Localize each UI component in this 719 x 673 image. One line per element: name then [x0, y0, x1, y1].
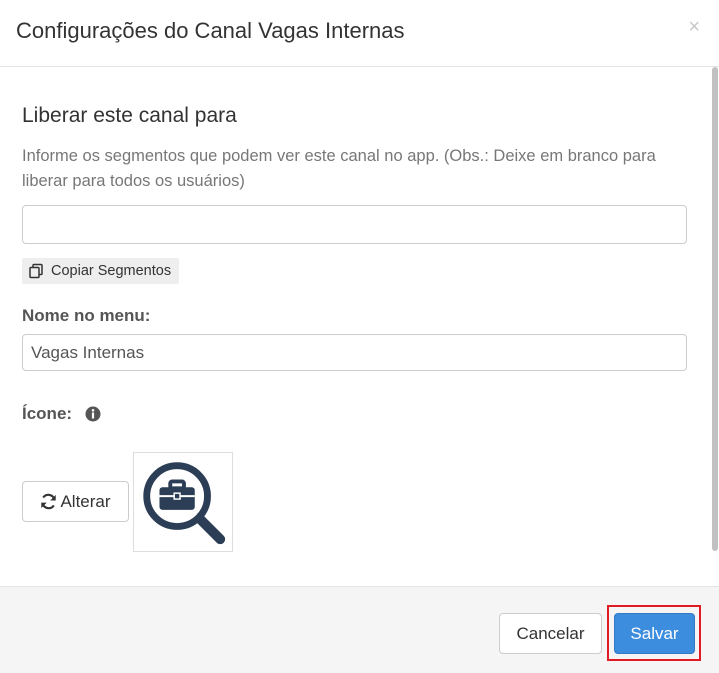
menu-name-input[interactable] [22, 334, 687, 371]
segments-input[interactable] [22, 205, 687, 244]
briefcase-search-icon [143, 462, 226, 545]
help-text: Informe os segmentos que podem ver este … [22, 147, 656, 190]
change-icon-button[interactable]: Alterar [22, 481, 129, 522]
modal-title: Configurações do Canal Vagas Internas [16, 18, 405, 43]
refresh-icon [40, 493, 57, 510]
modal-header: Configurações do Canal Vagas Internas × [0, 0, 719, 67]
change-icon-label: Alterar [60, 491, 111, 511]
close-icon[interactable]: × [688, 16, 700, 38]
section-title: Liberar este canal para [22, 104, 237, 127]
cancel-button[interactable]: Cancelar [499, 613, 602, 654]
copy-segments-label: Copiar Segmentos [51, 263, 172, 279]
modal-footer: Cancelar Salvar [0, 586, 719, 673]
copy-icon [28, 263, 44, 279]
menu-name-label: Nome no menu: [22, 306, 151, 325]
save-button[interactable]: Salvar [614, 613, 695, 654]
modal-body: Liberar este canal para Informe os segme… [0, 67, 719, 586]
copy-segments-button[interactable]: Copiar Segmentos [22, 258, 180, 284]
icon-label: Ícone: [22, 404, 73, 423]
scrollbar-thumb[interactable] [712, 67, 718, 551]
icon-preview [133, 452, 233, 552]
info-circle-icon[interactable] [85, 406, 101, 422]
